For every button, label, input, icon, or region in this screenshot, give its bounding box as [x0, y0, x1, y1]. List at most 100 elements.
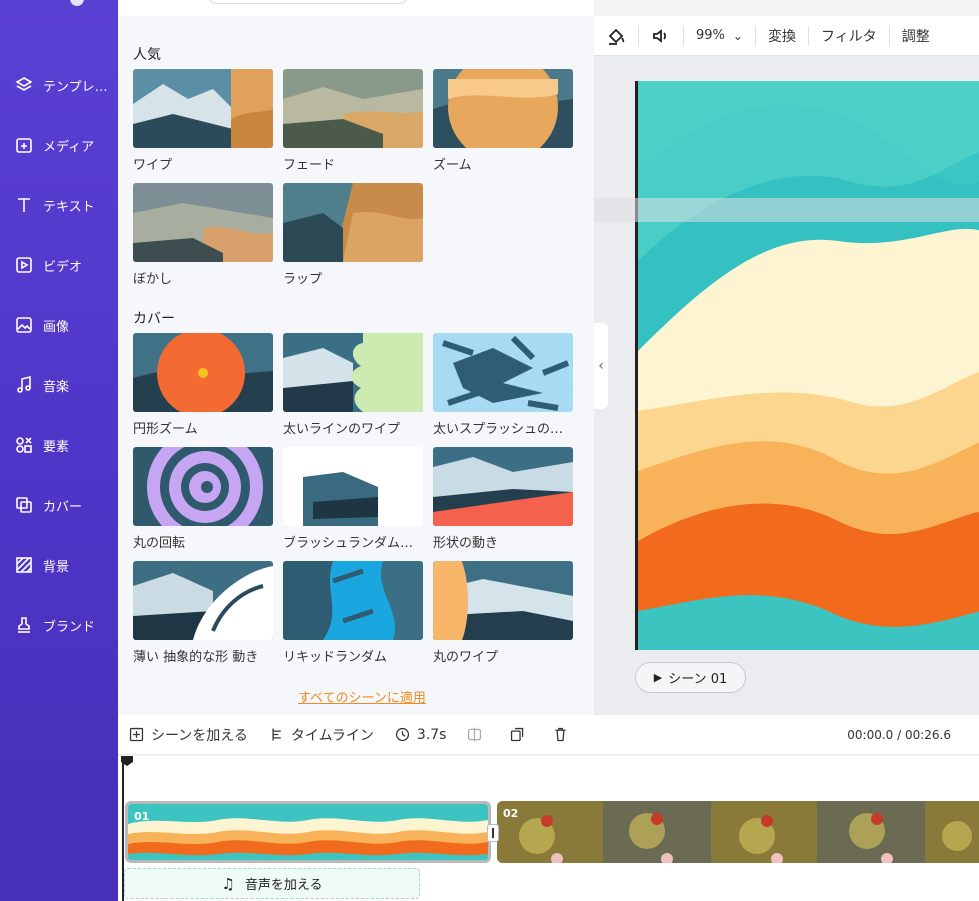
transition-thumbnail	[133, 561, 273, 640]
sidebar-item-templates[interactable]: テンプレート	[0, 65, 118, 105]
timecode: 00:00.0 / 00:26.6	[847, 728, 951, 742]
transition-tile-circle-rotate[interactable]: 丸の回転	[133, 447, 273, 551]
sidebar-item-background[interactable]: 背景	[0, 545, 118, 585]
sidebar-item-label: 背景	[43, 559, 70, 575]
add-scene-label: シーンを加える	[151, 727, 248, 744]
sidebar-item-brand[interactable]: ブランド	[0, 605, 118, 645]
sidebar-item-label: メディア	[43, 139, 95, 155]
transition-thumbnail	[133, 183, 273, 262]
add-audio-label: 音声を加える	[244, 878, 323, 893]
transition-tile-thick-splash[interactable]: 太いスプラッシュの回転	[433, 333, 573, 437]
add-scene-button[interactable]: シーンを加える	[118, 715, 258, 755]
preview-toolbar: 99% ⌄ 変換 フィルタ 調整	[594, 16, 979, 56]
timeline-button[interactable]: タイムライン	[258, 715, 384, 755]
timeline-label: タイムライン	[290, 727, 374, 744]
sidebar-item-elements[interactable]: 要素	[0, 425, 118, 465]
transition-tile-circle-wipe[interactable]: 丸のワイプ	[433, 561, 573, 665]
transition-label: 太いラインのワイプ	[283, 422, 401, 437]
section-title-popular: 人気	[133, 47, 161, 63]
transition-tile-blur[interactable]: ぼかし	[133, 183, 273, 287]
cover-icon	[13, 494, 35, 516]
transition-thumbnail	[133, 447, 273, 526]
paint-bucket-icon	[608, 28, 625, 45]
fill-bucket-button[interactable]	[594, 16, 638, 56]
timeline-clip-02[interactable]: 02	[497, 801, 979, 863]
split-button[interactable]	[456, 715, 499, 755]
transition-thumbnail	[283, 447, 423, 526]
sidebar-item-image[interactable]: 画像	[0, 305, 118, 345]
sidebar-item-label: 要素	[43, 439, 70, 455]
transition-thumbnail	[433, 447, 573, 526]
timeline-icon	[272, 728, 281, 741]
chevron-down-icon: ⌄	[732, 28, 743, 43]
transition-tile-thin-abstract[interactable]: 薄い 抽象的な形 動き	[133, 561, 273, 665]
transform-button[interactable]: 変換	[756, 16, 808, 56]
delete-button[interactable]	[542, 715, 585, 755]
filter-button[interactable]: フィルタ	[809, 16, 889, 56]
transition-tile-fade[interactable]: フェード	[283, 69, 423, 173]
clip-number: 02	[503, 807, 519, 820]
transition-label: ぼかし	[133, 272, 173, 287]
sidebar-item-text[interactable]: テキスト	[0, 185, 118, 225]
transition-thumbnail	[133, 333, 273, 412]
transition-thumbnail	[283, 561, 423, 640]
speaker-icon	[653, 28, 667, 43]
transition-label: リキッドランダム	[283, 650, 388, 665]
add-audio-button[interactable]: ♫ 音声を加える	[124, 868, 420, 899]
sidebar-item-media[interactable]: メディア	[0, 125, 118, 165]
sidebar-item-label: カバー	[43, 499, 83, 515]
duplicate-button[interactable]	[499, 715, 542, 755]
music-icon	[13, 374, 35, 396]
zoom-select[interactable]: 99% ⌄	[684, 16, 755, 56]
apply-all-scenes-link[interactable]: すべてのシーンに適用	[298, 687, 426, 706]
transition-label: ワイプ	[133, 158, 173, 173]
search-input[interactable]	[208, 0, 408, 4]
transition-label: ラップ	[283, 272, 323, 287]
playhead-marker-icon[interactable]	[121, 756, 133, 766]
section-title-cover: カバー	[133, 311, 175, 327]
volume-button[interactable]	[639, 16, 683, 56]
playhead[interactable]	[121, 756, 133, 901]
transition-tile-shape-motion[interactable]: 形状の動き	[433, 447, 573, 551]
sidebar: テンプレート メディア テキスト ビデオ 画像 音楽 要素 カバー 背景 ブラン…	[0, 0, 118, 901]
sidebar-item-cover[interactable]: カバー	[0, 485, 118, 525]
transition-label: フェード	[283, 158, 336, 173]
transition-thumbnail	[433, 333, 573, 412]
logo-icon	[70, 0, 84, 6]
layers-icon	[13, 74, 35, 96]
play-scene-button[interactable]: ▶ シーン 01	[635, 662, 746, 693]
image-icon	[13, 314, 35, 336]
sidebar-item-label: テキスト	[43, 199, 95, 215]
video-icon	[13, 254, 35, 276]
transition-tile-circle-zoom[interactable]: 円形ズーム	[133, 333, 273, 437]
transition-tile-zoom[interactable]: ズーム	[433, 69, 573, 173]
transition-tile-liquid-random[interactable]: リキッドランダム	[283, 561, 423, 665]
collapse-panel-button[interactable]: ‹	[594, 323, 608, 409]
transition-label: ブラッシュランダムモーション	[283, 536, 423, 551]
transition-label: ズーム	[433, 158, 472, 173]
trash-icon	[555, 727, 567, 742]
transition-tile-thick-line-wipe[interactable]: 太いラインのワイプ	[283, 333, 423, 437]
music-note-icon: ♫	[221, 874, 235, 893]
sidebar-item-music[interactable]: 音楽	[0, 365, 118, 405]
duration-button[interactable]: 3.7s	[384, 715, 457, 755]
transition-label: 丸の回転	[133, 536, 186, 551]
background-icon	[13, 554, 35, 576]
play-icon: ▶	[653, 671, 663, 684]
transition-tile-brush-random[interactable]: ブラッシュランダムモーション	[283, 447, 423, 551]
preview-canvas[interactable]	[635, 81, 979, 650]
plus-square-icon	[129, 727, 144, 742]
split-icon	[468, 727, 482, 742]
brand-stamp-icon	[13, 614, 35, 636]
sidebar-item-label: ブランド	[43, 619, 96, 635]
transition-label: 薄い 抽象的な形 動き	[133, 650, 259, 665]
clock-icon	[395, 727, 410, 742]
transition-thumbnail	[433, 561, 573, 640]
sidebar-item-video[interactable]: ビデオ	[0, 245, 118, 285]
timeline-clip-01[interactable]: 01	[125, 801, 491, 863]
transition-tile-wipe[interactable]: ワイプ	[133, 69, 273, 173]
adjust-button[interactable]: 調整	[890, 16, 942, 56]
transition-tile-wrap[interactable]: ラップ	[283, 183, 423, 287]
media-add-icon	[13, 134, 35, 156]
clip-transition-handle[interactable]	[487, 824, 499, 842]
